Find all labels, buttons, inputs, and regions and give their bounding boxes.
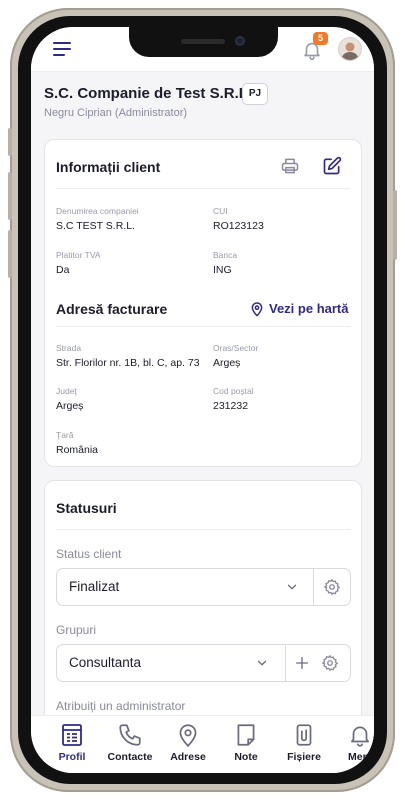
select-separator [285,645,286,681]
tab-note[interactable]: Note [217,722,275,763]
company-name-value: S.C TEST S.R.L. [56,220,135,232]
user-avatar-icon [341,42,359,60]
tab-label: Adrese [170,751,206,763]
city-label: Oras/Sector [213,343,259,353]
view-on-map-link[interactable]: Vezi pe hartă [269,301,348,316]
phone-side-button [8,230,12,278]
street-value: Str. Florilor nr. 1B, bl. C, ap. 73 [56,357,200,369]
groups-label: Grupuri [56,623,97,637]
client-status-select[interactable]: Finalizat [56,568,351,606]
phone-notch [129,27,278,57]
county-value: Argeș [56,400,84,412]
hamburger-menu-icon[interactable] [53,42,71,56]
phone-icon [119,724,141,746]
vat-payer-value: Da [56,264,70,276]
client-status-label: Status client [56,547,122,561]
notifications-count-badge: 5 [313,32,328,45]
client-info-card: Informații client Denumirea companiei S.… [44,139,362,467]
phone-side-button [8,172,12,220]
chevron-down-icon [287,584,297,590]
tab-label: Note [234,751,258,763]
postal-code-label: Cod poștal [213,386,254,396]
county-label: Judeţ [56,386,77,396]
tab-adrese[interactable]: Adrese [159,722,217,763]
edit-icon[interactable] [322,156,342,176]
account-owner: Negru Ciprian (Administrator) [44,107,188,119]
statuses-title: Statusuri [56,500,117,516]
client-status-value: Finalizat [69,579,120,594]
tab-mem[interactable]: Mem [331,722,374,763]
assign-admin-label: Atribuiți un administrator [56,699,186,713]
add-group-icon[interactable] [294,655,310,671]
city-value: Argeș [213,357,241,369]
divider [56,188,350,189]
app-screen: 5 S.C. Companie de Test S.R.L. PJ Negru … [31,27,374,773]
entity-type-badge: PJ [242,83,268,105]
bottom-tab-bar: Profil Contacte Adrese Note Fișiere Mem [31,715,374,773]
tab-label: Contacte [107,751,153,763]
location-pin-icon[interactable] [249,300,265,318]
tab-label: Profil [58,751,86,763]
groups-select[interactable]: Consultanta [56,644,351,682]
settings-gear-icon[interactable] [321,654,339,672]
company-name-label: Denumirea companiei [56,206,139,216]
note-icon [237,724,255,746]
bank-label: Banca [213,250,238,260]
cui-value: RO123123 [213,220,264,232]
paperclip-icon [296,724,312,746]
phone-side-button [8,128,12,156]
postal-code-value: 231232 [213,400,249,412]
street-label: Strada [56,343,82,353]
tab-label: Mem [348,751,372,763]
avatar[interactable] [338,37,362,61]
country-label: Ţară [56,430,74,440]
bank-value: ING [213,264,232,276]
speaker-grille [181,39,225,44]
client-info-title: Informații client [56,159,161,175]
tab-label: Fișiere [287,751,321,763]
location-pin-icon [179,724,197,748]
tab-profil[interactable]: Profil [43,722,101,763]
company-name: S.C. Companie de Test S.R.L. [44,85,253,102]
select-separator [313,569,314,605]
billing-address-title: Adresă facturare [56,301,168,317]
profile-icon [62,724,82,746]
divider [56,529,350,530]
groups-value: Consultanta [69,655,142,670]
phone-side-button [393,190,397,260]
chevron-down-icon [257,660,267,666]
print-icon[interactable] [280,156,300,176]
tab-fisiere[interactable]: Fișiere [275,722,333,763]
cui-label: CUI [213,206,228,216]
vat-payer-label: Platitor TVA [56,250,101,260]
divider [56,326,350,327]
bell-icon [351,726,369,747]
country-value: România [56,444,99,456]
tab-contacte[interactable]: Contacte [101,722,159,763]
settings-gear-icon[interactable] [323,578,341,596]
front-camera [235,36,245,46]
